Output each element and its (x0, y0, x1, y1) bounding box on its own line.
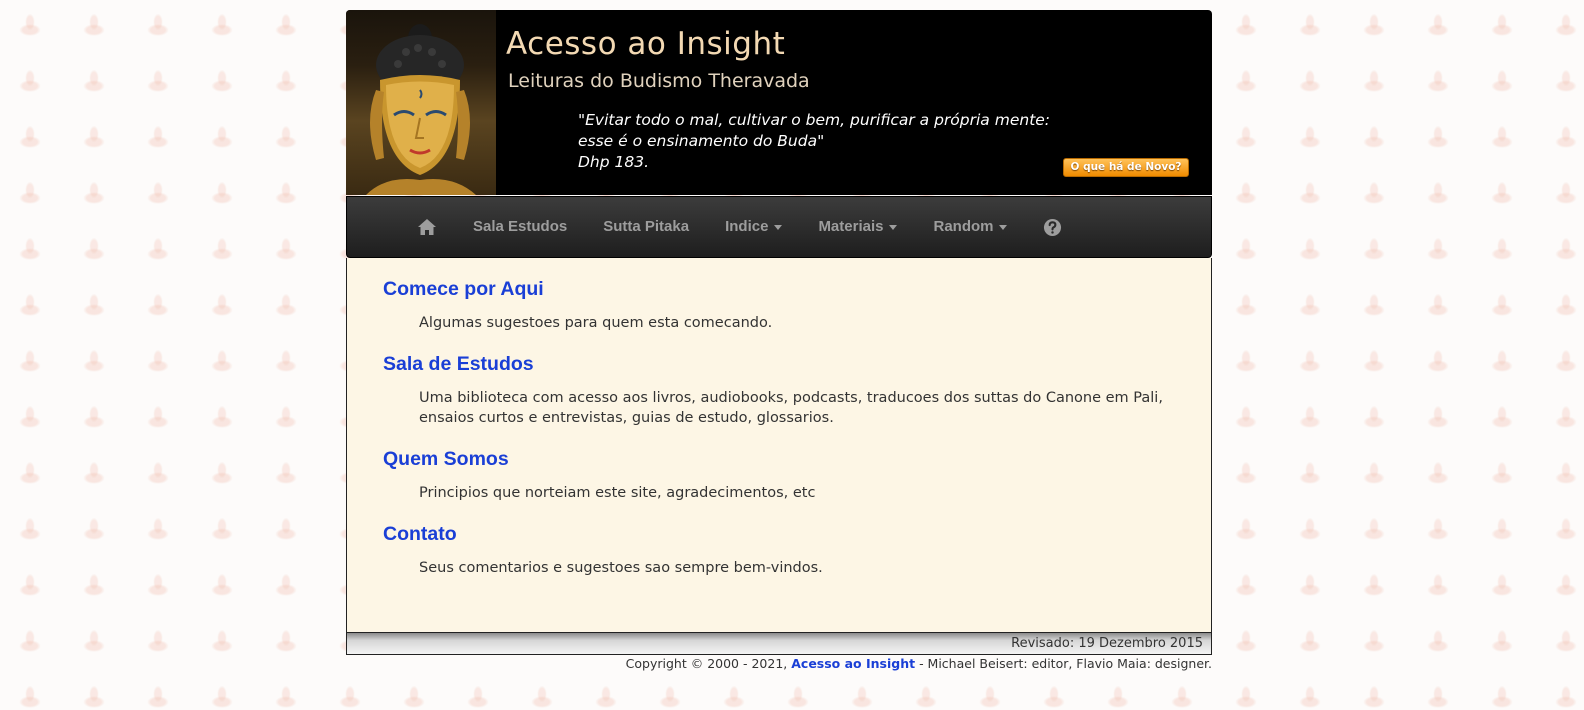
caret-down-icon (774, 224, 783, 230)
section-description: Seus comentarios e sugestoes sao sempre … (419, 560, 823, 576)
section-contato: Contato Seus comentarios e sugestoes sao… (383, 523, 1175, 578)
quote-line-2: esse é o ensinamento do Buda" (578, 132, 825, 150)
section-description: Uma biblioteca com acesso aos livros, au… (419, 390, 1163, 426)
section-sala-estudos: Sala de Estudos Uma biblioteca com acess… (383, 353, 1175, 428)
buddha-image (346, 10, 496, 195)
section-title-link[interactable]: Contato (383, 523, 1175, 546)
section-quem-somos: Quem Somos Principios que norteiam este … (383, 448, 1175, 503)
quote-line-3: Dhp 183. (578, 153, 650, 171)
nav-label: Random (933, 218, 994, 235)
nav-sala-estudos[interactable]: Sala Estudos (455, 196, 585, 258)
section-description: Principios que norteiam este site, agrad… (419, 485, 816, 501)
revised-date: Revisado: 19 Dezembro 2015 (346, 632, 1212, 655)
site-title: Acesso ao Insight (506, 26, 786, 62)
caret-down-icon (999, 224, 1008, 230)
copyright-prefix: Copyright © 2000 - 2021, (625, 656, 792, 671)
nav-home[interactable] (399, 196, 455, 258)
nav-label: Indice (725, 218, 769, 235)
section-description: Algumas sugestoes para quem esta comecan… (419, 315, 773, 331)
site-subtitle: Leituras do Budismo Theravada (508, 70, 810, 92)
site-banner: Acesso ao Insight Leituras do Budismo Th… (346, 10, 1212, 195)
main-content: Comece por Aqui Algumas sugestoes para q… (346, 258, 1212, 632)
section-title-link[interactable]: Sala de Estudos (383, 353, 1175, 376)
main-navbar: Sala Estudos Sutta Pitaka Indice Materia… (346, 196, 1212, 258)
nav-help[interactable] (1025, 196, 1080, 258)
section-title-link[interactable]: Quem Somos (383, 448, 1175, 471)
caret-down-icon (889, 224, 898, 230)
section-comece: Comece por Aqui Algumas sugestoes para q… (383, 278, 1175, 333)
nav-label: Sutta Pitaka (603, 218, 690, 235)
nav-label: Sala Estudos (473, 218, 568, 235)
whats-new-button[interactable]: O que há de Novo? (1063, 158, 1189, 177)
copyright-footer: Copyright © 2000 - 2021, Acesso ao Insig… (346, 656, 1212, 671)
page-container: Acesso ao Insight Leituras do Budismo Th… (346, 10, 1212, 671)
nav-random-dropdown[interactable]: Random (915, 196, 1025, 258)
nav-label: Materiais (818, 218, 884, 235)
banner-quote: "Evitar todo o mal, cultivar o bem, puri… (578, 110, 1050, 173)
section-title-link[interactable]: Comece por Aqui (383, 278, 1175, 301)
question-circle-icon (1044, 218, 1062, 236)
copyright-suffix: - Michael Beisert: editor, Flavio Maia: … (915, 656, 1212, 671)
nav-materiais-dropdown[interactable]: Materiais (800, 196, 915, 258)
copyright-site-link[interactable]: Acesso ao Insight (791, 656, 915, 671)
nav-indice-dropdown[interactable]: Indice (707, 196, 800, 258)
quote-line-1: "Evitar todo o mal, cultivar o bem, puri… (578, 111, 1051, 129)
home-icon (418, 219, 436, 235)
nav-sutta-pitaka[interactable]: Sutta Pitaka (585, 196, 707, 258)
